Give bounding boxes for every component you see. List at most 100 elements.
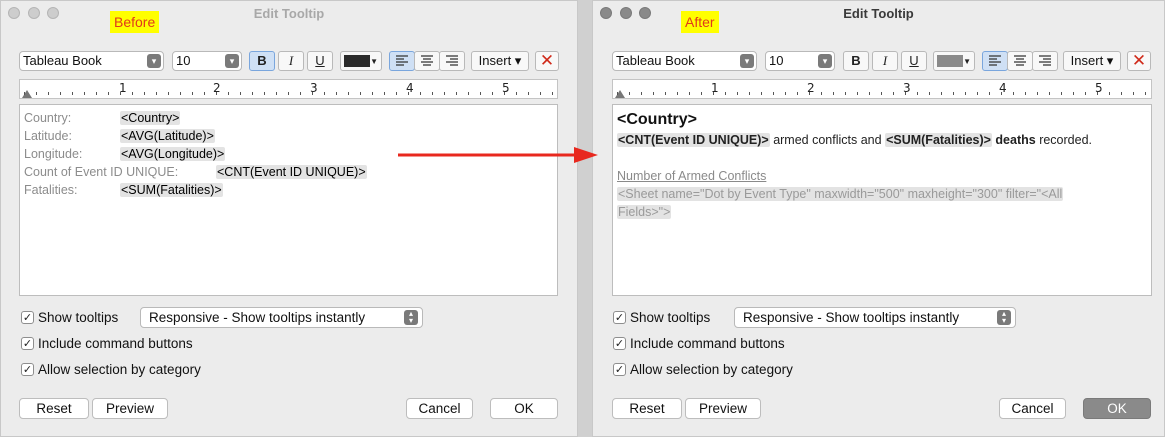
ruler-tick xyxy=(432,92,433,95)
font-family-select[interactable]: Tableau Book ▾ xyxy=(19,51,164,71)
ruler-tick xyxy=(1085,92,1086,95)
preview-button[interactable]: Preview xyxy=(685,398,761,419)
ruler-tick xyxy=(216,92,217,95)
font-family-select[interactable]: Tableau Book ▾ xyxy=(612,51,757,71)
reset-button[interactable]: Reset xyxy=(612,398,682,419)
ruler-tick xyxy=(96,92,97,95)
align-left-button[interactable] xyxy=(389,51,415,71)
checkmark-icon: ✓ xyxy=(21,311,34,324)
ruler-tick xyxy=(989,92,990,95)
ruler-tick xyxy=(372,92,373,95)
ruler-tick xyxy=(881,92,882,95)
font-size-select[interactable]: 10 ▾ xyxy=(172,51,242,71)
format-toolbar: Tableau Book ▾ 10 ▾ B I U ▼ Insert ▾ ✕ xyxy=(1,51,577,73)
checkmark-icon: ✓ xyxy=(21,363,34,376)
preview-button[interactable]: Preview xyxy=(92,398,168,419)
ruler-tick xyxy=(336,92,337,95)
tooltip-editor[interactable]: <Country> <CNT(Event ID UNIQUE)> armed c… xyxy=(612,104,1152,296)
ruler-tick xyxy=(192,92,193,95)
checkbox-label: Show tooltips xyxy=(630,310,711,325)
window-title: Edit Tooltip xyxy=(843,6,914,21)
italic-button[interactable]: I xyxy=(278,51,304,71)
ruler-tick xyxy=(785,92,786,95)
ruler-tick xyxy=(1109,92,1110,95)
ruler-tick xyxy=(1025,92,1026,95)
ruler-tick xyxy=(905,92,906,95)
bold-button[interactable]: B xyxy=(843,51,869,71)
checkmark-icon: ✓ xyxy=(613,337,626,350)
ruler-tick xyxy=(204,92,205,95)
edit-tooltip-window-before: Edit Tooltip Before Tableau Book ▾ 10 ▾ … xyxy=(0,0,578,437)
align-left-button[interactable] xyxy=(982,51,1008,71)
ruler-tick xyxy=(288,92,289,95)
ruler-tick xyxy=(893,92,894,95)
field-label: Count of Event ID UNIQUE: xyxy=(24,165,179,179)
ruler: 1 2 3 4 5 xyxy=(19,79,558,99)
ruler-tick xyxy=(120,92,121,95)
cancel-button[interactable]: Cancel xyxy=(406,398,473,419)
align-center-icon xyxy=(1014,55,1026,66)
tooltip-mode-select[interactable]: Responsive - Show tooltips instantly ▴ ▾ xyxy=(140,307,423,328)
ruler-tick xyxy=(737,92,738,95)
ruler-tick xyxy=(977,92,978,95)
title-bar: Edit Tooltip xyxy=(593,1,1164,27)
split-divider xyxy=(578,0,592,437)
ruler-tick xyxy=(953,92,954,95)
checkbox-label: Include command buttons xyxy=(630,336,785,351)
ruler-tick xyxy=(809,92,810,95)
ruler-tick xyxy=(300,92,301,95)
ruler-tick xyxy=(857,92,858,95)
field-label: Country: xyxy=(24,111,72,125)
bold-button[interactable]: B xyxy=(249,51,275,71)
insert-menu-button[interactable]: Insert ▾ xyxy=(471,51,529,71)
ruler-tick xyxy=(1013,92,1014,95)
align-right-button[interactable] xyxy=(1032,51,1058,71)
field-token: <CNT(Event ID UNIQUE)> xyxy=(617,133,770,147)
text-color-picker[interactable]: ▼ xyxy=(933,51,975,71)
ok-button[interactable]: OK xyxy=(1083,398,1151,419)
font-size-value: 10 xyxy=(176,53,191,68)
reset-button[interactable]: Reset xyxy=(19,398,89,419)
tooltip-mode-select[interactable]: Responsive - Show tooltips instantly ▴ ▾ xyxy=(734,307,1016,328)
ruler-tick xyxy=(773,92,774,95)
align-center-button[interactable] xyxy=(1007,51,1033,71)
ruler-tick xyxy=(252,92,253,95)
field-row-country: Country: <Country> xyxy=(24,111,181,125)
chevron-down-icon: ▾ xyxy=(740,54,754,68)
cancel-button[interactable]: Cancel xyxy=(999,398,1066,419)
insert-menu-button[interactable]: Insert ▾ xyxy=(1063,51,1121,71)
align-center-icon xyxy=(421,55,433,66)
field-token: <SUM(Fatalities)> xyxy=(120,183,223,197)
ruler-tick xyxy=(84,92,85,95)
clear-button[interactable]: ✕ xyxy=(535,51,559,71)
chevron-down-icon: ▾ xyxy=(147,54,161,68)
ruler-tick xyxy=(1097,92,1098,95)
clear-button[interactable]: ✕ xyxy=(1127,51,1151,71)
ruler-tick xyxy=(264,92,265,95)
ruler-tick xyxy=(869,92,870,95)
ruler-tick xyxy=(360,92,361,95)
align-center-button[interactable] xyxy=(414,51,440,71)
ruler-tick xyxy=(108,92,109,95)
chevron-down-icon: ▾ xyxy=(225,54,239,68)
font-size-select[interactable]: 10 ▾ xyxy=(765,51,835,71)
underline-button[interactable]: U xyxy=(307,51,333,71)
chevron-down-icon: ▾ xyxy=(818,54,832,68)
ruler-tick xyxy=(48,92,49,95)
after-label: After xyxy=(681,11,719,33)
ok-button[interactable]: OK xyxy=(490,398,558,419)
align-right-button[interactable] xyxy=(439,51,465,71)
tooltip-editor[interactable]: Country: <Country> Latitude: <AVG(Latitu… xyxy=(19,104,558,296)
text-color-picker[interactable]: ▼ xyxy=(340,51,382,71)
field-token: <AVG(Longitude)> xyxy=(120,147,226,161)
tooltip-summary-line: <CNT(Event ID UNIQUE)> armed conflicts a… xyxy=(617,133,1092,147)
ruler-tick xyxy=(833,92,834,95)
summary-text: deaths xyxy=(991,133,1036,147)
underline-button[interactable]: U xyxy=(901,51,927,71)
checkbox-label: Allow selection by category xyxy=(630,362,793,377)
italic-button[interactable]: I xyxy=(872,51,898,71)
ruler-tick xyxy=(132,92,133,95)
summary-text: recorded. xyxy=(1035,133,1092,147)
ruler-tick xyxy=(797,92,798,95)
checkmark-icon: ✓ xyxy=(613,311,626,324)
